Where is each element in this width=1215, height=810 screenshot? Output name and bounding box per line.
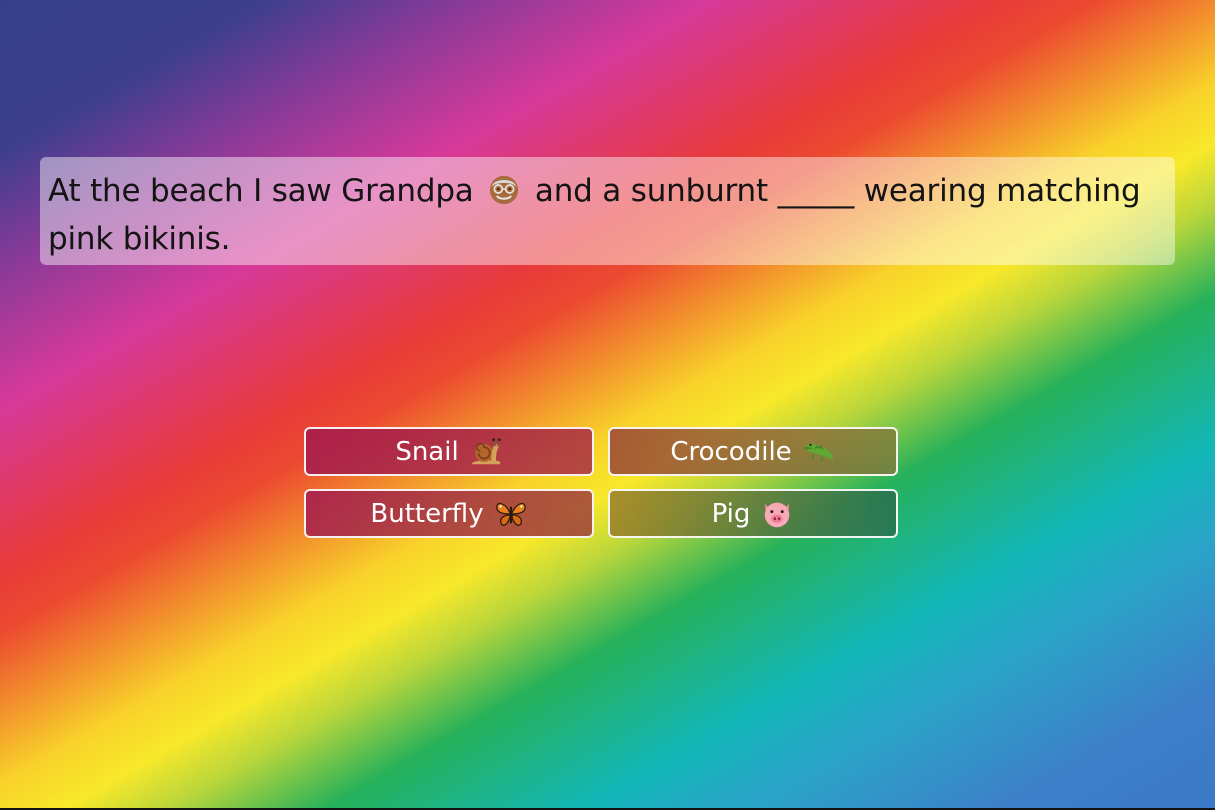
answer-button-snail[interactable]: Snail [304,427,594,476]
answer-label: Snail [395,436,459,467]
butterfly-icon [495,502,526,526]
snail-icon [471,437,501,464]
answer-label: Butterfly [370,498,484,529]
question-text-start: At the beach I saw Grandpa [48,173,484,209]
question-text: At the beach I saw Grandpa and a sunburn… [48,167,1167,263]
old-man-face-icon [490,175,519,205]
answer-button-crocodile[interactable]: Crocodile [608,427,898,476]
rainbow-background [0,0,1215,808]
answer-grid: Snail Crocodile Butterfly Pig [304,427,898,539]
answer-button-pig[interactable]: Pig [608,489,898,538]
answer-button-butterfly[interactable]: Butterfly [304,489,594,538]
pig-face-icon [765,502,790,527]
answer-label: Crocodile [670,436,792,467]
question-panel: At the beach I saw Grandpa and a sunburn… [40,157,1175,265]
answer-label: Pig [711,498,751,529]
crocodile-icon [804,443,833,460]
